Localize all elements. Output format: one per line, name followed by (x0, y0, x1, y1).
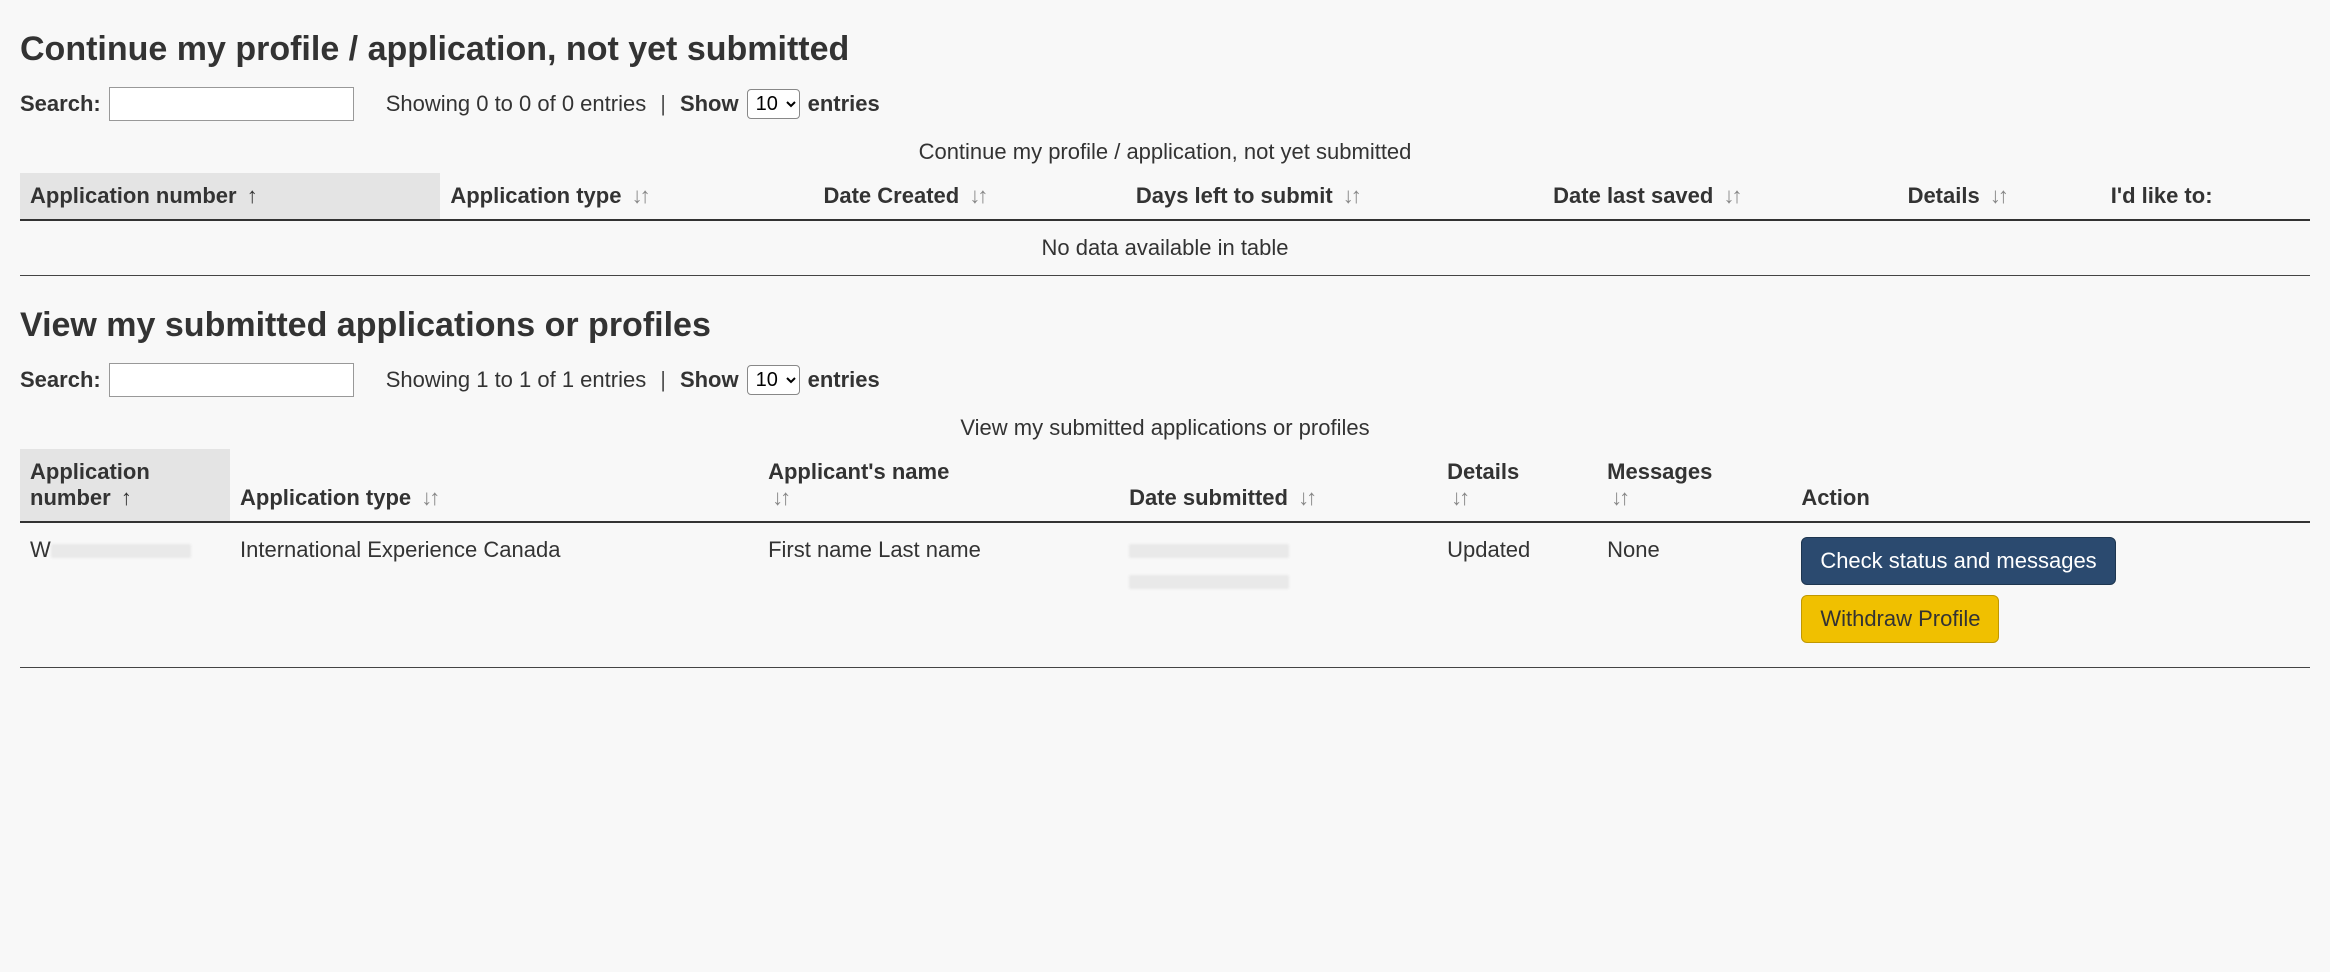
cell-action: Check status and messages Withdraw Profi… (1791, 522, 2310, 668)
search-label: Search: (20, 91, 101, 117)
sort-both-icon: ↓↑ (772, 485, 788, 511)
sort-asc-icon: ↑ (247, 183, 255, 209)
entries-suffix: entries (808, 91, 880, 117)
col-details[interactable]: Details ↓↑ (1898, 173, 2101, 220)
col-date-created[interactable]: Date Created ↓↑ (813, 173, 1125, 220)
col-app-type[interactable]: Application type ↓↑ (440, 173, 813, 220)
table-caption: View my submitted applications or profil… (20, 403, 2310, 449)
showing-count: Showing 0 to 0 of 0 entries (386, 91, 647, 117)
table-caption: Continue my profile / application, not y… (20, 127, 2310, 173)
pending-applications-table: Continue my profile / application, not y… (20, 127, 2310, 276)
section2-heading: View my submitted applications or profil… (20, 306, 2310, 345)
sort-both-icon: ↓↑ (1990, 183, 2006, 209)
col-date-saved[interactable]: Date last saved ↓↑ (1543, 173, 1897, 220)
redacted-content (1129, 544, 1289, 558)
col-date-submitted[interactable]: Date submitted ↓↑ (1119, 449, 1437, 522)
showing-count: Showing 1 to 1 of 1 entries (386, 367, 647, 393)
entries-select[interactable]: 10 (747, 365, 800, 395)
col-app-number[interactable]: Application number ↑ (20, 449, 230, 522)
pipe-divider: | (660, 91, 666, 117)
entries-select[interactable]: 10 (747, 89, 800, 119)
col-app-number[interactable]: Application number ↑ (20, 173, 440, 220)
sort-both-icon: ↓↑ (421, 485, 437, 511)
search-input[interactable] (109, 363, 354, 397)
search-input[interactable] (109, 87, 354, 121)
redacted-content (1129, 575, 1289, 589)
check-status-button[interactable]: Check status and messages (1801, 537, 2115, 585)
show-label: Show (680, 367, 739, 393)
section1-controls: Search: Showing 0 to 0 of 0 entries | Sh… (20, 87, 2310, 121)
submitted-applications-table: View my submitted applications or profil… (20, 403, 2310, 668)
col-applicant-name[interactable]: Applicant's name ↓↑ (758, 449, 1119, 522)
withdraw-profile-button[interactable]: Withdraw Profile (1801, 595, 1999, 643)
col-like-to: I'd like to: (2101, 173, 2310, 220)
cell-applicant-name: First name Last name (758, 522, 1119, 668)
redacted-content (51, 544, 191, 558)
sort-both-icon: ↓↑ (632, 183, 648, 209)
cell-messages: None (1597, 522, 1791, 668)
show-label: Show (680, 91, 739, 117)
no-data-row: No data available in table (20, 220, 2310, 276)
cell-app-number: W (20, 522, 230, 668)
sort-both-icon: ↓↑ (1451, 485, 1467, 511)
sort-both-icon: ↓↑ (1343, 183, 1359, 209)
entries-suffix: entries (808, 367, 880, 393)
section1-heading: Continue my profile / application, not y… (20, 30, 2310, 69)
pipe-divider: | (660, 367, 666, 393)
col-days-left[interactable]: Days left to submit ↓↑ (1126, 173, 1543, 220)
sort-both-icon: ↓↑ (969, 183, 985, 209)
table-row: W International Experience Canada First … (20, 522, 2310, 668)
cell-details: Updated (1437, 522, 1597, 668)
search-label: Search: (20, 367, 101, 393)
sort-both-icon: ↓↑ (1611, 485, 1627, 511)
col-action: Action (1791, 449, 2310, 522)
sort-asc-icon: ↑ (121, 485, 129, 511)
no-data-cell: No data available in table (20, 220, 2310, 276)
col-app-type[interactable]: Application type ↓↑ (230, 449, 758, 522)
col-messages[interactable]: Messages ↓↑ (1597, 449, 1791, 522)
sort-both-icon: ↓↑ (1298, 485, 1314, 511)
sort-both-icon: ↓↑ (1723, 183, 1739, 209)
col-details[interactable]: Details ↓↑ (1437, 449, 1597, 522)
section2-controls: Search: Showing 1 to 1 of 1 entries | Sh… (20, 363, 2310, 397)
cell-date-submitted (1119, 522, 1437, 668)
cell-app-type: International Experience Canada (230, 522, 758, 668)
